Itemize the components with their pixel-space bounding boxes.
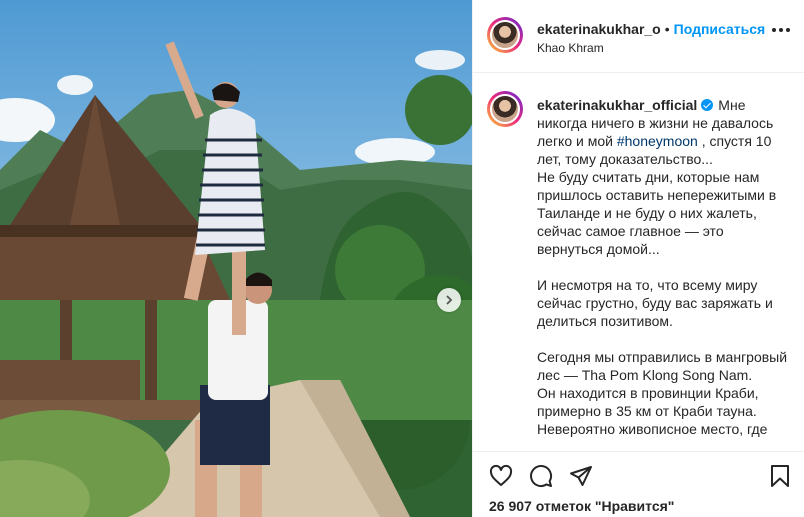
comment-icon[interactable] <box>529 464 553 488</box>
avatar[interactable] <box>487 17 523 53</box>
caption-section: ekaterinakukhar_official Мне никогда ниче… <box>473 73 804 451</box>
bookmark-icon[interactable] <box>769 464 791 488</box>
likes-count[interactable]: 26 907 отметок "Нравится" <box>489 498 674 514</box>
caption-username-link[interactable]: ekaterinakukhar_official <box>537 97 697 113</box>
follow-button[interactable]: Подписаться <box>674 21 766 37</box>
chevron-right-icon <box>446 295 453 305</box>
action-bar <box>473 451 804 492</box>
photo-scene <box>0 0 472 517</box>
heart-icon[interactable] <box>489 464 513 488</box>
header-username-link[interactable]: ekaterinakukhar_o <box>537 21 661 37</box>
post-side-panel: ekaterinakukhar_o • Подписаться Khao Khram… <box>472 0 804 517</box>
caption-text-after: , спустя 10 лет, тому доказательство... … <box>537 133 788 437</box>
post-photo[interactable] <box>0 0 472 517</box>
carousel-next-button[interactable] <box>437 288 461 312</box>
more-icon[interactable] <box>772 28 790 32</box>
separator-dot: • <box>664 21 670 37</box>
caption-avatar[interactable] <box>487 91 523 127</box>
location-link[interactable]: Khao Khram <box>537 41 604 55</box>
header-username-row: ekaterinakukhar_o • Подписаться <box>537 21 765 37</box>
caption-text: ekaterinakukhar_official Мне никогда ниче… <box>537 96 793 438</box>
share-icon[interactable] <box>569 464 593 488</box>
post-header: ekaterinakukhar_o • Подписаться Khao Khram <box>473 0 804 73</box>
hashtag-link[interactable]: #honeymoon <box>617 133 698 149</box>
verified-icon <box>701 99 714 111</box>
